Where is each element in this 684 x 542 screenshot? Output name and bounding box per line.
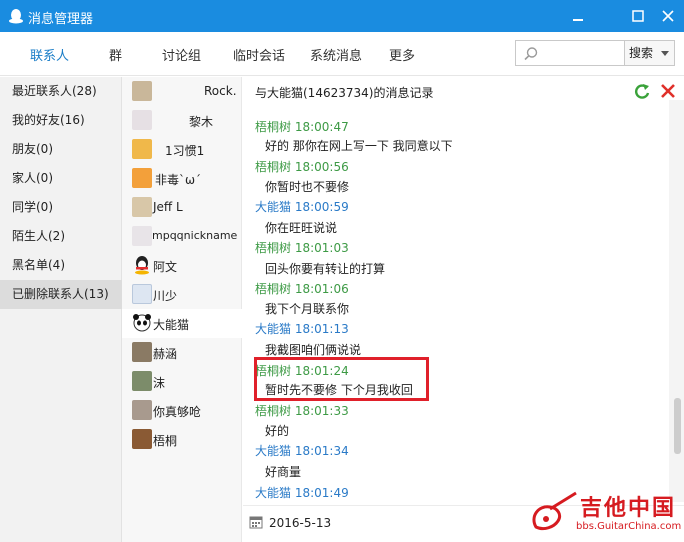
contact-name: 阿文 <box>153 260 178 274</box>
category-friends[interactable]: 朋友(0) <box>0 135 122 164</box>
qq-penguin-avatar <box>135 256 149 275</box>
contact-item[interactable]: 川少 <box>122 280 242 309</box>
contact-name: 你真够呛 <box>153 405 202 419</box>
contact-name: mpqqnickname <box>152 229 238 242</box>
chevron-down-icon <box>661 51 669 56</box>
contact-name: Jeff L <box>153 200 183 214</box>
highlight-annotation <box>254 357 429 401</box>
contact-item[interactable]: 你真够呛 <box>122 396 242 425</box>
contact-item[interactable]: mpqqnickname <box>122 222 242 251</box>
avatar <box>132 400 152 420</box>
message-sender: 梧桐树 18:01:06 <box>255 282 349 296</box>
message-text: 回头你要有转让的打算 <box>265 262 386 276</box>
contact-item[interactable]: 非毒`ω´ <box>122 164 242 193</box>
avatar <box>132 197 152 217</box>
category-family[interactable]: 家人(0) <box>0 164 122 193</box>
message-text: 好的 <box>265 424 290 438</box>
tab-temp-sessions[interactable]: 临时会话 <box>233 45 285 64</box>
message-sender: 梧桐树 18:00:56 <box>255 160 349 174</box>
category-blacklist[interactable]: 黑名单(4) <box>0 251 122 280</box>
close-button[interactable] <box>658 6 678 26</box>
contact-item-selected[interactable]: 大能猫 <box>122 309 242 338</box>
message-text: 好商量 <box>265 465 302 479</box>
maximize-icon <box>632 10 644 22</box>
window-title: 消息管理器 <box>28 12 94 27</box>
contact-name: Rock. <box>204 84 237 98</box>
message-text: 我截图咱们俩说说 <box>265 343 362 357</box>
category-recent-contacts[interactable]: 最近联系人(28) <box>0 77 122 106</box>
search-dropdown-button[interactable]: 搜索 <box>625 40 675 66</box>
search-input[interactable] <box>544 44 622 62</box>
avatar <box>132 371 152 391</box>
avatar <box>132 139 152 159</box>
chat-history-title: 与大能猫(14623734)的消息记录 <box>255 86 434 100</box>
category-deleted-contacts[interactable]: 已删除联系人(13) <box>0 280 122 309</box>
tab-more[interactable]: 更多 <box>389 45 415 64</box>
contact-item[interactable]: 阿文 <box>122 251 242 280</box>
avatar <box>132 342 152 362</box>
panda-avatar <box>133 314 151 332</box>
tab-system-messages[interactable]: 系统消息 <box>310 45 362 64</box>
message-sender: 梧桐树 18:01:33 <box>255 404 349 418</box>
tab-discussion-groups[interactable]: 讨论组 <box>162 45 201 64</box>
contact-name: 非毒`ω´ <box>155 173 202 187</box>
tab-groups[interactable]: 群 <box>109 45 122 64</box>
watermark-title: 吉他中国 <box>580 496 677 521</box>
avatar <box>132 110 152 130</box>
watermark-subtitle: bbs.GuitarChina.com <box>576 521 682 532</box>
contact-item[interactable]: 黎木 <box>122 106 242 135</box>
contact-name: 赫涵 <box>153 347 178 361</box>
category-classmates[interactable]: 同学(0) <box>0 193 122 222</box>
scrollbar-thumb[interactable] <box>674 398 681 454</box>
contact-name: 沫 <box>153 376 166 390</box>
contact-item[interactable]: 梧桐 <box>122 425 242 454</box>
contact-item[interactable]: Rock. <box>122 77 242 106</box>
tab-contacts[interactable]: 联系人 <box>30 45 69 64</box>
contact-item[interactable]: Jeff L <box>122 193 242 222</box>
message-text: 你暂时也不要修 <box>265 180 350 194</box>
message-sender: 大能猫 18:00:59 <box>255 200 349 214</box>
message-text: 我下个月联系你 <box>265 302 350 316</box>
qq-penguin-icon <box>9 9 23 24</box>
delete-icon[interactable] <box>659 82 677 100</box>
message-sender: 梧桐树 18:00:47 <box>255 120 349 134</box>
contact-name: 梧桐 <box>153 434 178 448</box>
contact-name: 黎木 <box>189 115 214 129</box>
close-icon <box>662 10 674 22</box>
category-my-friends[interactable]: 我的好友(16) <box>0 106 122 135</box>
message-text: 好的 那你在网上写一下 我同意以下 <box>265 139 453 153</box>
refresh-icon[interactable] <box>633 82 651 100</box>
search-icon <box>524 47 538 61</box>
avatar <box>132 226 152 246</box>
calendar-icon[interactable] <box>249 515 263 529</box>
contact-name: 川少 <box>153 289 178 303</box>
message-text: 你在旺旺说说 <box>265 221 338 235</box>
avatar <box>132 81 152 101</box>
message-list: 梧桐树 18:00:47 好的 那你在网上写一下 我同意以下 梧桐树 18:00… <box>243 100 668 502</box>
message-sender: 大能猫 18:01:49 <box>255 486 349 500</box>
contact-name: 大能猫 <box>153 318 190 332</box>
search-box[interactable] <box>515 40 625 66</box>
contact-item[interactable]: 1习惯1 <box>122 135 242 164</box>
message-sender: 梧桐树 18:01:03 <box>255 241 349 255</box>
category-strangers[interactable]: 陌生人(2) <box>0 222 122 251</box>
message-sender: 大能猫 18:01:34 <box>255 444 349 458</box>
minimize-button[interactable] <box>568 6 588 26</box>
avatar <box>132 284 152 304</box>
maximize-button[interactable] <box>628 6 648 26</box>
avatar <box>132 429 152 449</box>
contact-item[interactable]: 赫涵 <box>122 338 242 367</box>
contact-name: 1习惯1 <box>165 144 205 158</box>
minimize-icon <box>573 19 583 21</box>
date-label[interactable]: 2016-5-13 <box>269 516 331 530</box>
message-sender: 大能猫 18:01:13 <box>255 322 349 336</box>
contact-item[interactable]: 沫 <box>122 367 242 396</box>
avatar <box>132 168 152 188</box>
search-button-label: 搜索 <box>629 46 654 60</box>
